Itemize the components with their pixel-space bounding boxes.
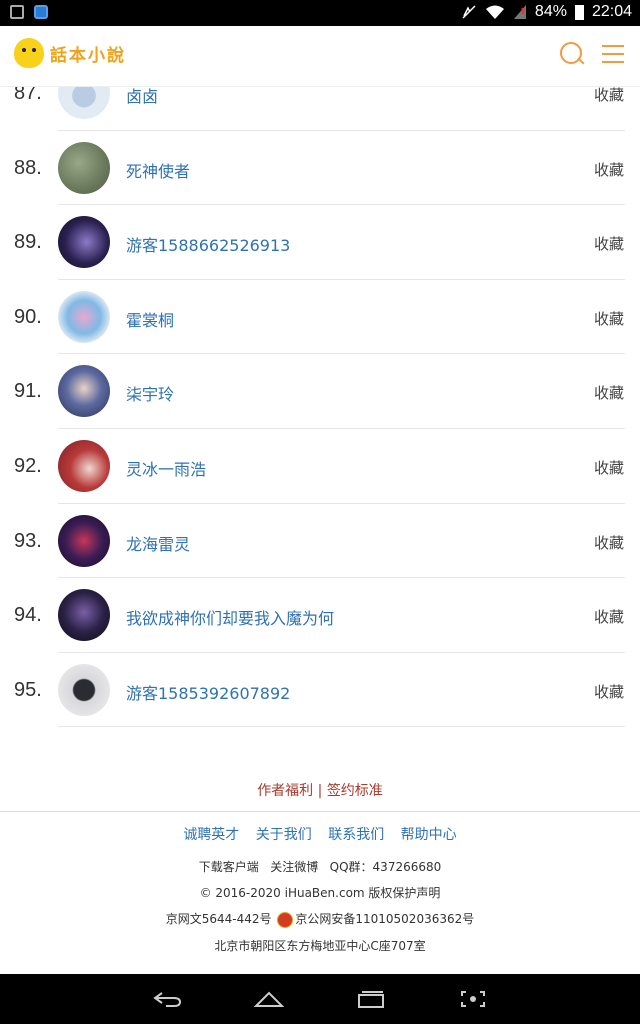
copyright-text[interactable]: © 2016-2020 iHuaBen.com 版权保护声明 (200, 886, 441, 900)
careers-link[interactable]: 诚聘英才 (183, 827, 239, 843)
navigation-bar (0, 974, 640, 1024)
signal-icon (513, 5, 526, 19)
avatar[interactable] (58, 365, 110, 418)
list-item[interactable]: 95. 游客1585392607892 收藏 (0, 653, 640, 728)
signing-standard-link[interactable]: 签约标准 (327, 783, 383, 799)
favorite-button[interactable]: 收藏 (594, 681, 624, 702)
separator: | (317, 783, 323, 799)
menu-icon (602, 45, 624, 47)
police-badge-icon (277, 911, 294, 928)
battery-icon (574, 4, 584, 20)
app-notification-icon (34, 5, 48, 19)
weibo-link[interactable]: 关注微博 (270, 860, 318, 874)
footer-copyright: © 2016-2020 iHuaBen.com 版权保护声明 (0, 884, 640, 901)
list-item[interactable]: 90. 霍裳桐 收藏 (0, 280, 640, 355)
menu-icon-bar (602, 53, 624, 55)
rank-number: 93. (14, 529, 42, 552)
favorite-button[interactable]: 收藏 (594, 308, 624, 329)
favorite-button[interactable]: 收藏 (594, 233, 624, 254)
avatar[interactable] (58, 589, 110, 642)
site-footer: 诚聘英才 关于我们 联系我们 帮助中心 下载客户端 关注微博 QQ群：43726… (0, 811, 640, 974)
avatar[interactable] (58, 290, 110, 343)
author-links: 作者福利 | 签约标准 (0, 780, 640, 800)
wifi-icon (485, 5, 504, 19)
favorite-button[interactable]: 收藏 (594, 84, 624, 105)
help-link[interactable]: 帮助中心 (401, 827, 457, 843)
favorite-button[interactable]: 收藏 (594, 532, 624, 553)
favorite-button[interactable]: 收藏 (594, 606, 624, 627)
clock: 22:04 (591, 3, 632, 20)
user-name-link[interactable]: 游客1588662526913 (126, 232, 290, 256)
list-item[interactable]: 91. 柒宇玲 收藏 (0, 354, 640, 429)
logo-text: 話本小說 (50, 45, 126, 66)
rank-number: 94. (14, 604, 42, 627)
battery-percent: 84% (534, 3, 567, 20)
qq-group: QQ群：437266680 (329, 860, 442, 874)
police-record[interactable]: 京公网安备11010502036362号 (295, 912, 474, 926)
footer-app-line: 下载客户端 关注微博 QQ群：437266680 (0, 858, 640, 875)
footer-address: 北京市朝阳区东方梅地亚中心C座707室 (0, 937, 640, 954)
about-link[interactable]: 关于我们 (256, 827, 312, 843)
menu-icon-bar (602, 61, 624, 63)
avatar[interactable] (58, 141, 110, 194)
rank-number: 95. (14, 678, 42, 701)
search-button[interactable] (558, 40, 586, 68)
mascot-icon (14, 38, 44, 68)
menu-button[interactable] (600, 40, 628, 68)
avatar[interactable] (58, 514, 110, 567)
user-name-link[interactable]: 霍裳桐 (126, 307, 174, 331)
site-logo[interactable]: 話本小說 (14, 38, 126, 68)
favorite-button[interactable]: 收藏 (594, 382, 624, 403)
list-item[interactable]: 89. 游客1588662526913 收藏 (0, 205, 640, 280)
avatar[interactable] (58, 216, 110, 269)
rank-number: 92. (14, 454, 42, 477)
user-name-link[interactable]: 柒宇玲 (126, 381, 174, 405)
author-benefits-link[interactable]: 作者福利 (257, 783, 313, 799)
status-bar: 84% 22:04 (0, 0, 640, 26)
user-name-link[interactable]: 游客1585392607892 (126, 680, 290, 704)
avatar[interactable] (58, 663, 110, 716)
user-name-link[interactable]: 灵冰一雨浩 (126, 456, 206, 480)
recent-apps-icon[interactable] (356, 990, 386, 1008)
list-item[interactable]: 93. 龙海雷灵 收藏 (0, 504, 640, 579)
address-text: 北京市朝阳区东方梅地亚中心C座707室 (214, 938, 426, 953)
user-name-link[interactable]: 我欲成神你们却要我入魔为何 (126, 605, 334, 629)
back-icon[interactable] (152, 990, 182, 1008)
rank-number: 90. (14, 305, 42, 328)
list-item[interactable]: 94. 我欲成神你们却要我入魔为何 收藏 (0, 578, 640, 653)
list-item[interactable]: 88. 死神使者 收藏 (0, 131, 640, 206)
user-name-link[interactable]: 龙海雷灵 (126, 531, 190, 555)
rank-number: 89. (14, 231, 42, 254)
favorite-button[interactable]: 收藏 (594, 159, 624, 180)
mute-icon (462, 5, 476, 19)
rank-number: 88. (14, 156, 42, 179)
divider (58, 726, 625, 728)
footer-links: 诚聘英才 关于我们 联系我们 帮助中心 (0, 824, 640, 844)
footer-license: 京网文5644-442号 京公网安备11010502036362号 (0, 910, 640, 928)
download-client-link[interactable]: 下载客户端 (199, 860, 259, 874)
home-icon[interactable] (254, 990, 284, 1008)
avatar[interactable] (58, 439, 110, 492)
gallery-notification-icon (10, 5, 24, 19)
app-header: 話本小說 (0, 26, 640, 87)
rank-number: 91. (14, 380, 42, 403)
favorite-button[interactable]: 收藏 (594, 457, 624, 478)
contact-link[interactable]: 联系我们 (328, 827, 384, 843)
user-name-link[interactable]: 死神使者 (126, 158, 190, 182)
list-item[interactable]: 92. 灵冰一雨浩 收藏 (0, 429, 640, 504)
icp-license[interactable]: 京网文5644-442号 (166, 912, 272, 926)
screenshot-icon[interactable] (458, 990, 488, 1008)
fan-list: 87. 卤卤 收藏 88. 死神使者 收藏 89. 游客158866252691… (0, 56, 640, 728)
